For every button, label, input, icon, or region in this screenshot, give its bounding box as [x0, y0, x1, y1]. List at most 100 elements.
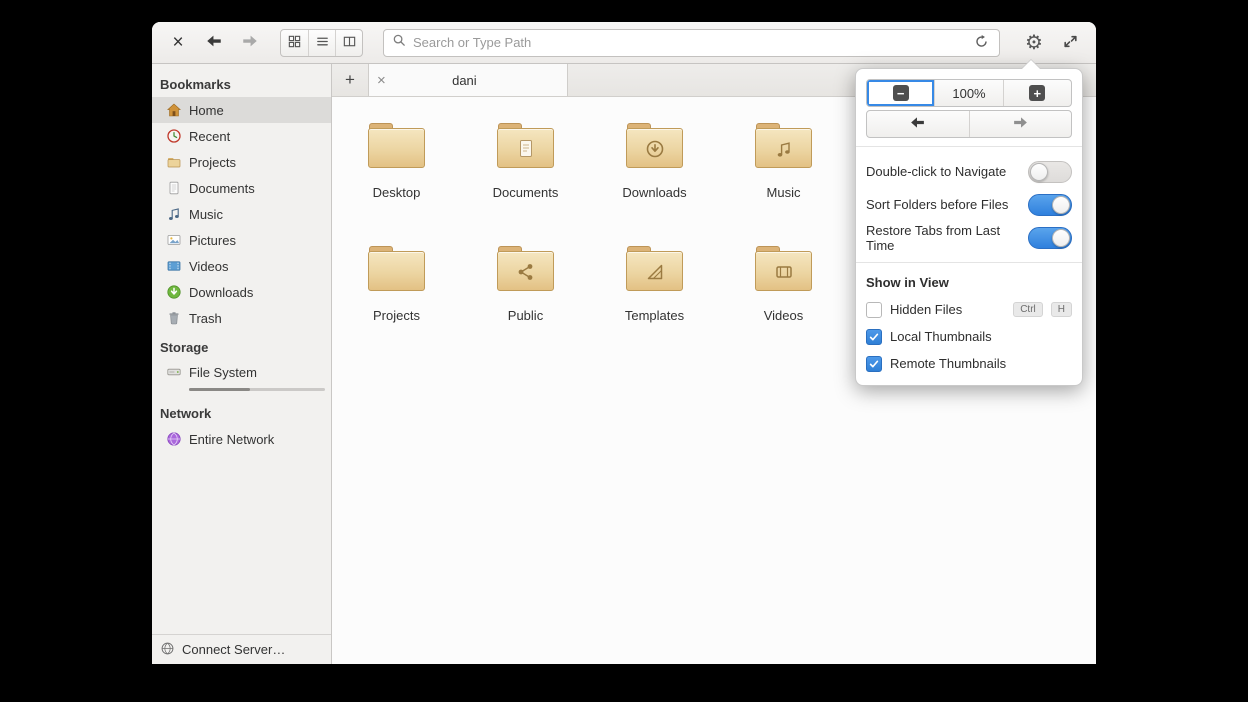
file-label: Projects — [373, 308, 420, 323]
restore-tabs-toggle[interactable] — [1028, 226, 1072, 249]
show-in-view-header: Show in View — [866, 275, 949, 290]
tab-close-icon[interactable]: × — [377, 73, 386, 88]
music-emblem-icon — [773, 138, 795, 160]
setting-label: Local Thumbnails — [890, 329, 992, 344]
music-note-icon — [166, 206, 182, 222]
double-click-toggle[interactable] — [1028, 160, 1072, 183]
fullscreen-button[interactable] — [1056, 29, 1084, 57]
search-bar — [383, 28, 1000, 57]
zoom-control: − 100% + — [866, 79, 1072, 107]
file-label: Desktop — [372, 185, 421, 200]
folder-projects[interactable]: Projects — [342, 246, 452, 323]
recent-clock-icon — [166, 128, 182, 144]
setting-row-sort-folders: Sort Folders before Files — [866, 188, 1072, 221]
remote-thumbnails-checkbox[interactable] — [866, 355, 882, 372]
sidebar-item-trash[interactable]: Trash — [152, 305, 331, 331]
folder-documents[interactable]: Documents — [471, 123, 581, 200]
undo-arrow-icon — [909, 114, 926, 134]
folder-public[interactable]: Public — [471, 246, 581, 323]
sidebar-item-file-system[interactable]: File System — [152, 360, 331, 397]
sidebar-item-label: Projects — [189, 154, 236, 170]
sort-folders-toggle[interactable] — [1028, 193, 1072, 216]
separator — [856, 146, 1082, 147]
folder-icon — [625, 246, 684, 292]
tab-dani[interactable]: × dani — [368, 64, 568, 96]
sidebar-item-recent[interactable]: Recent — [152, 123, 331, 149]
folder-templates[interactable]: Templates — [600, 246, 710, 323]
setting-label: Sort Folders before Files — [866, 197, 1009, 212]
zoom-in-icon: + — [1029, 85, 1046, 101]
sidebar-item-documents[interactable]: Documents — [152, 175, 331, 201]
sidebar-item-projects[interactable]: Projects — [152, 149, 331, 175]
hidden-files-checkbox[interactable] — [866, 301, 882, 318]
download-icon — [166, 284, 182, 300]
shortcut-key-ctrl: Ctrl — [1013, 302, 1043, 317]
download-emblem-icon — [644, 138, 666, 160]
sidebar-item-label: Home — [189, 102, 224, 118]
sidebar-item-entire-network[interactable]: Entire Network — [152, 426, 331, 452]
zoom-in-button[interactable]: + — [1002, 80, 1071, 106]
share-emblem-icon — [515, 261, 537, 283]
setting-label: Remote Thumbnails — [890, 356, 1007, 371]
setting-label: Double-click to Navigate — [866, 164, 1007, 179]
sidebar-item-home[interactable]: Home — [152, 97, 331, 123]
grid-view-button[interactable] — [281, 30, 308, 56]
file-label: Documents — [492, 185, 559, 200]
harddrive-icon — [166, 364, 182, 380]
video-emblem-icon — [773, 261, 795, 283]
setting-label: Restore Tabs from Last Time — [866, 222, 1001, 253]
file-label: Public — [507, 308, 544, 323]
expand-icon — [1062, 33, 1079, 53]
forward-button[interactable] — [236, 29, 264, 57]
view-switcher — [280, 28, 363, 57]
folder-music[interactable]: Music — [729, 123, 839, 200]
column-view-button[interactable] — [335, 29, 362, 56]
settings-menu-button[interactable]: ⚙ — [1020, 29, 1048, 57]
window-close-button[interactable]: × — [164, 29, 192, 57]
sidebar-item-label: Music — [189, 206, 223, 222]
headerbar: × Search or Type Path ⚙ — [152, 22, 1096, 64]
document-emblem-icon — [515, 138, 537, 160]
refresh-button[interactable] — [971, 33, 991, 53]
sidebar-item-videos[interactable]: Videos — [152, 253, 331, 279]
new-tab-button[interactable]: + — [332, 64, 368, 96]
film-icon — [166, 258, 182, 274]
sidebar-item-pictures[interactable]: Pictures — [152, 227, 331, 253]
refresh-icon — [974, 34, 989, 52]
redo-button[interactable] — [968, 111, 1072, 137]
folder-icon — [496, 123, 555, 169]
disk-usage-bar — [189, 388, 325, 391]
home-icon — [166, 102, 182, 118]
connect-server-button[interactable]: Connect Server… — [152, 634, 331, 664]
sidebar-item-music[interactable]: Music — [152, 201, 331, 227]
sidebar-section-network: Network — [160, 406, 212, 421]
sidebar-item-downloads[interactable]: Downloads — [152, 279, 331, 305]
trash-icon — [166, 310, 182, 326]
list-view-button[interactable] — [308, 29, 335, 56]
zoom-out-button[interactable]: − — [867, 80, 935, 106]
sidebar-item-label: Downloads — [189, 284, 254, 300]
folder-icon — [496, 246, 555, 292]
folder-desktop[interactable]: Desktop — [342, 123, 452, 200]
folder-videos[interactable]: Videos — [729, 246, 839, 323]
folder-downloads[interactable]: Downloads — [600, 123, 710, 200]
server-globe-icon — [160, 641, 175, 659]
redo-arrow-icon — [1012, 114, 1029, 134]
search-input[interactable] — [413, 35, 965, 50]
document-icon — [166, 180, 182, 196]
sidebar-item-label: Recent — [189, 128, 231, 144]
search-icon — [392, 33, 407, 53]
zoom-out-icon: − — [892, 85, 909, 101]
local-thumbnails-checkbox[interactable] — [866, 328, 882, 345]
shortcut-key-h: H — [1050, 302, 1072, 317]
setting-row-remote-thumbnails: Remote Thumbnails — [866, 350, 1072, 377]
sidebar: Bookmarks Home Recent Projects Documents… — [152, 64, 332, 664]
sidebar-section-storage: Storage — [160, 340, 209, 355]
close-icon: × — [172, 32, 184, 53]
sidebar-section-bookmarks: Bookmarks — [160, 77, 231, 92]
undo-button[interactable] — [867, 111, 969, 137]
setting-label: Hidden Files — [890, 302, 963, 317]
folder-icon — [367, 246, 426, 292]
tab-label: dani — [452, 72, 477, 88]
back-button[interactable] — [200, 29, 228, 57]
